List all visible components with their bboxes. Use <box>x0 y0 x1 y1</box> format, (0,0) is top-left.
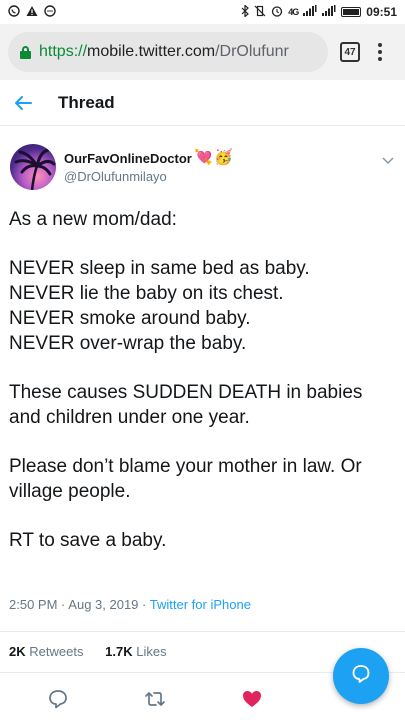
browser-menu-icon[interactable] <box>378 43 382 61</box>
bluetooth-icon <box>241 3 250 20</box>
likes-stat[interactable]: 1.7K Likes <box>105 644 166 659</box>
author-display-name[interactable]: OurFavOnlineDoctor <box>64 151 192 166</box>
url-scheme: https:// <box>39 43 88 60</box>
signal-icon <box>303 5 317 19</box>
tweet-meta: 2:50 PM · Aug 3, 2019 · Twitter for iPho… <box>9 597 251 612</box>
status-time: 09:51 <box>366 5 397 19</box>
url-text[interactable]: https://mobile.twitter.com/DrOlufunr <box>39 43 289 61</box>
author-handle[interactable]: @DrOlufunmilayo <box>64 169 167 184</box>
likes-count: 1.7K <box>105 644 133 659</box>
thread-header: Thread <box>0 80 405 126</box>
message-icon <box>44 4 56 20</box>
heart-emoji: 💘 <box>194 149 213 166</box>
tweet-time: 2:50 PM <box>9 597 58 612</box>
retweets-stat[interactable]: 2K Retweets <box>9 644 83 659</box>
status-left-icons <box>8 4 56 20</box>
meta-separator: · <box>61 597 66 612</box>
network-type-label: 4G <box>288 7 299 17</box>
back-arrow-icon[interactable] <box>14 93 34 113</box>
compose-reply-button[interactable] <box>333 648 389 704</box>
likes-label: Likes <box>136 644 167 659</box>
page-title: Thread <box>58 92 115 112</box>
tweet-source-link[interactable]: Twitter for iPhone <box>150 597 251 612</box>
avatar[interactable] <box>10 144 56 190</box>
vibrate-off-icon <box>254 5 266 20</box>
chevron-down-icon[interactable] <box>382 152 394 165</box>
tab-switcher-button[interactable]: 47 <box>340 42 360 62</box>
battery-icon <box>341 7 362 17</box>
url-host: mobile.twitter.com <box>87 43 216 60</box>
whatsapp-icon <box>8 4 20 20</box>
divider <box>0 631 405 632</box>
retweets-count: 2K <box>9 644 26 659</box>
lock-icon <box>20 45 31 59</box>
url-path: /DrOlufunr <box>215 43 289 60</box>
tweet-stats: 2K Retweets 1.7K Likes <box>9 644 167 659</box>
signal-icon-2 <box>322 5 336 19</box>
address-bar[interactable]: https://mobile.twitter.com/DrOlufunr <box>8 32 328 72</box>
browser-toolbar: https://mobile.twitter.com/DrOlufunr 47 <box>0 24 405 80</box>
tweet-author-row: OurFavOnlineDoctor 💘 🥳 @DrOlufunmilayo <box>0 126 405 200</box>
alarm-icon <box>271 5 283 20</box>
tweet-text: As a new mom/dad: NEVER sleep in same be… <box>9 209 363 552</box>
party-emoji: 🥳 <box>214 149 233 166</box>
like-heart-icon[interactable] <box>241 688 263 710</box>
meta-separator-2: · <box>142 597 147 612</box>
chat-bubble-icon <box>349 662 373 691</box>
warning-icon <box>26 5 38 20</box>
retweet-icon[interactable] <box>144 688 166 710</box>
tweet-date: Aug 3, 2019 <box>68 597 139 612</box>
status-right-icons: 4G 09:51 <box>241 3 397 20</box>
status-bar: 4G 09:51 <box>0 0 405 24</box>
reply-icon[interactable] <box>47 688 69 710</box>
retweets-label: Retweets <box>29 644 84 659</box>
